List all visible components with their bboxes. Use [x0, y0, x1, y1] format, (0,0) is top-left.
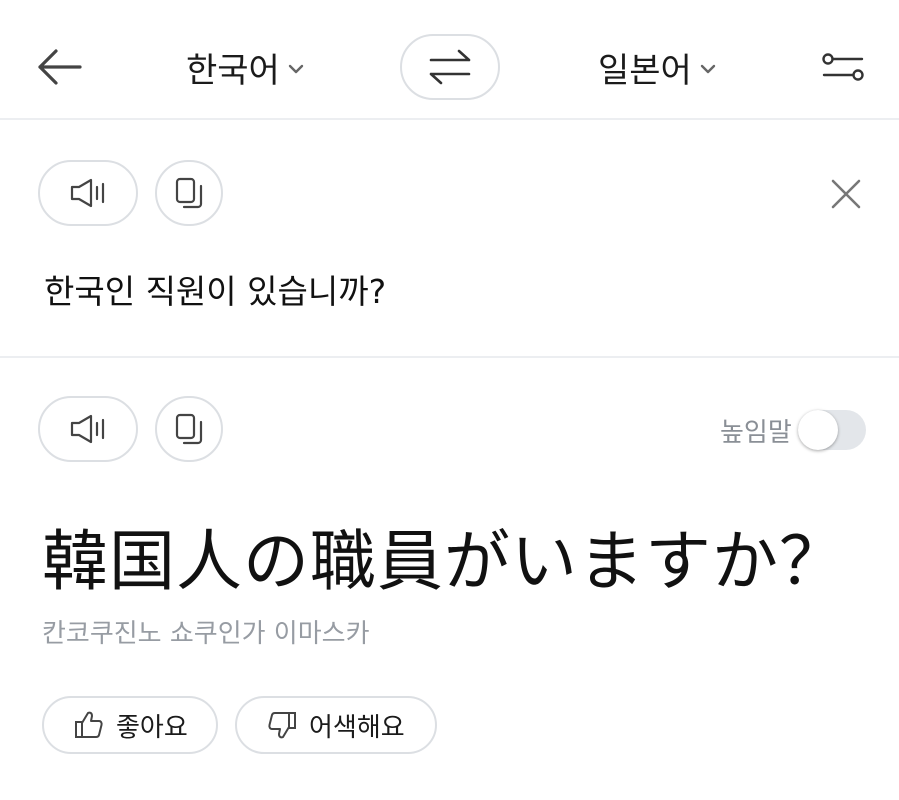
chevron-down-icon [700, 63, 716, 75]
source-text[interactable]: 한국인 직원이 있습니까? [44, 265, 386, 313]
arrow-left-icon [36, 48, 82, 86]
feedback-bad-label: 어색해요 [309, 712, 405, 743]
honorific-toggle-group: 높임말 [720, 410, 866, 450]
result-speak-button[interactable] [38, 396, 138, 462]
source-copy-button[interactable] [155, 160, 223, 226]
translation-text: 韓国人の職員がいますか？ [42, 523, 846, 600]
toggle-knob [797, 410, 838, 450]
translator-screen: 한국어 일본어 한국인 직원이 있습니까? 높임말 韓国人の職員がいますか？ 칸… [0, 0, 899, 800]
target-language-label: 일본어 [598, 50, 692, 91]
thumbs-down-icon [267, 710, 297, 740]
speaker-icon [69, 177, 107, 209]
feedback-good-label: 좋아요 [116, 712, 188, 743]
settings-button[interactable] [818, 46, 868, 88]
clear-button[interactable] [826, 174, 866, 214]
result-copy-button[interactable] [155, 396, 223, 462]
swap-languages-button[interactable] [400, 34, 500, 100]
close-icon [829, 177, 863, 211]
feedback-bad-button[interactable]: 어색해요 [235, 696, 437, 754]
source-speak-button[interactable] [38, 160, 138, 226]
honorific-label: 높임말 [720, 417, 792, 448]
swap-arrows-icon [428, 49, 472, 85]
source-language-selector[interactable]: 한국어 [186, 42, 304, 92]
chevron-down-icon [288, 63, 304, 75]
pronunciation-text: 칸코쿠진노 쇼쿠인가 이마스카 [42, 619, 370, 649]
copy-icon [174, 176, 204, 210]
top-bar: 한국어 일본어 [0, 0, 899, 120]
back-button[interactable] [34, 44, 84, 90]
target-language-selector[interactable]: 일본어 [598, 42, 716, 92]
settings-sliders-icon [821, 51, 865, 83]
source-panel: 한국인 직원이 있습니까? [0, 120, 899, 358]
feedback-good-button[interactable]: 좋아요 [42, 696, 218, 754]
copy-icon [174, 412, 204, 446]
honorific-toggle[interactable] [797, 410, 866, 450]
speaker-icon [69, 413, 107, 445]
source-language-label: 한국어 [186, 50, 280, 91]
result-panel: 높임말 韓国人の職員がいますか？ 칸코쿠진노 쇼쿠인가 이마스카 좋아요 어색해… [0, 358, 899, 800]
thumbs-up-icon [74, 710, 104, 740]
